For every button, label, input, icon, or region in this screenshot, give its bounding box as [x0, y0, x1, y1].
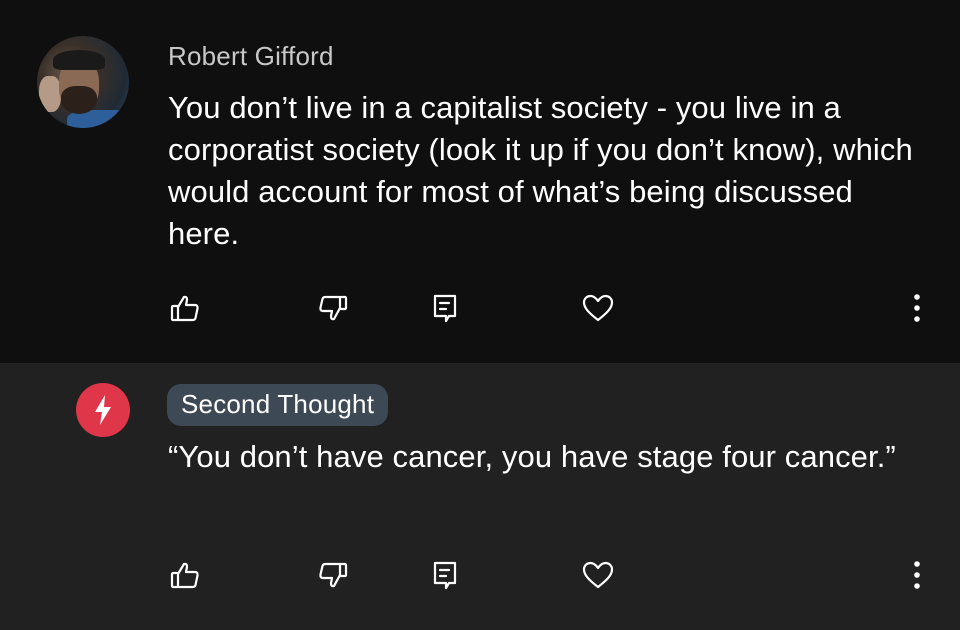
comment-item: Robert Gifford You don’t live in a capit… — [0, 0, 960, 363]
more-vertical-icon — [914, 561, 920, 589]
avatar[interactable] — [37, 36, 129, 128]
reply-button[interactable] — [425, 555, 465, 595]
thumbs-up-icon — [170, 562, 199, 589]
lightning-icon — [95, 395, 111, 425]
like-button[interactable] — [165, 555, 205, 595]
comment-text: “You don’t have cancer, you have stage f… — [168, 439, 896, 474]
thumbs-up-icon — [170, 295, 199, 322]
dislike-button[interactable] — [313, 555, 353, 595]
more-options-button[interactable] — [897, 555, 937, 595]
comment-author[interactable]: Robert Gifford — [168, 41, 334, 72]
heart-icon — [582, 294, 614, 322]
like-button[interactable] — [165, 288, 205, 328]
comment-actions — [0, 555, 960, 595]
heart-icon — [582, 561, 614, 589]
thumbs-down-icon — [319, 562, 348, 588]
reply-icon — [433, 561, 457, 590]
dislike-button[interactable] — [313, 288, 353, 328]
reply-icon — [433, 294, 457, 323]
creator-author-badge[interactable]: Second Thought — [167, 384, 389, 426]
channel-avatar[interactable] — [76, 383, 130, 437]
heart-button[interactable] — [578, 555, 618, 595]
thumbs-down-icon — [319, 295, 348, 321]
more-options-button[interactable] — [897, 288, 937, 328]
more-vertical-icon — [914, 294, 920, 322]
comment-text: You don’t live in a capitalist society -… — [168, 90, 913, 251]
comment-actions — [0, 288, 960, 328]
comment-item-highlighted: Second Thought “You don’t have cancer, y… — [0, 363, 960, 630]
reply-button[interactable] — [425, 288, 465, 328]
heart-button[interactable] — [578, 288, 618, 328]
